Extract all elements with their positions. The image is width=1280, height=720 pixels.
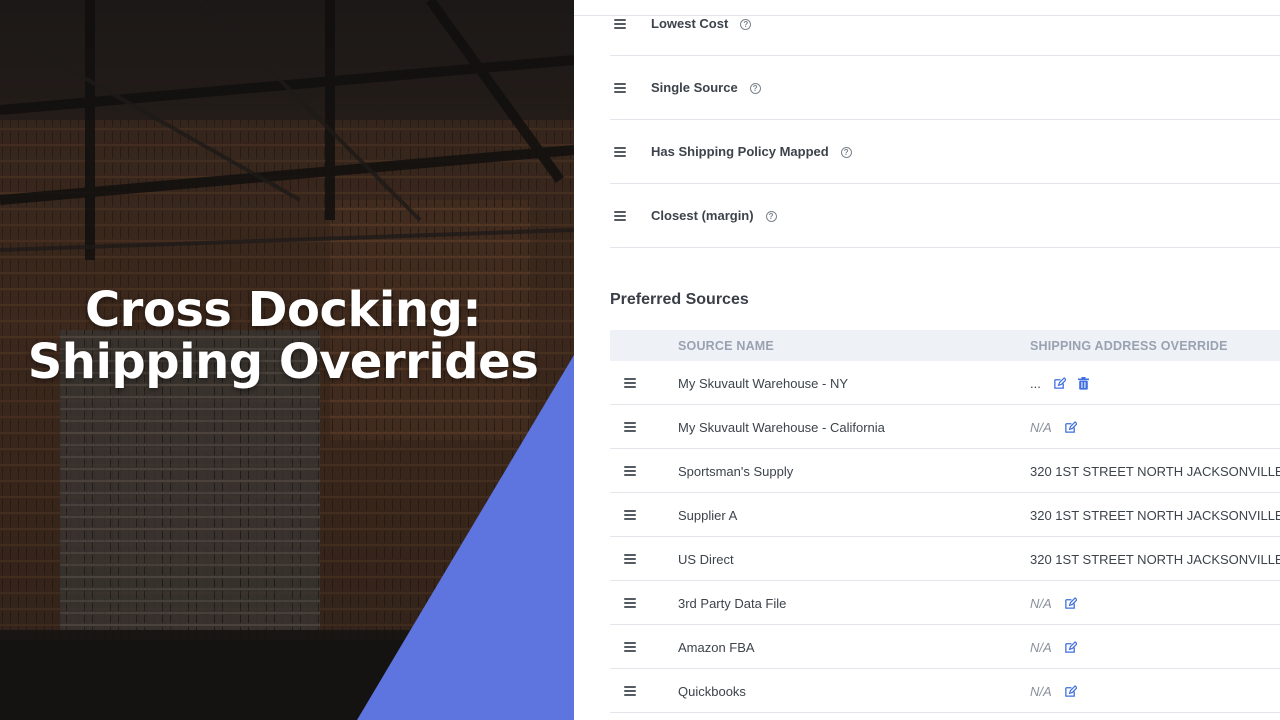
source-name: My Skuvault Warehouse - NY xyxy=(678,376,849,391)
drag-handle-icon[interactable] xyxy=(624,686,636,696)
rule-name: Lowest Cost xyxy=(651,16,729,31)
help-circle-icon[interactable]: ? xyxy=(740,19,752,30)
table-row[interactable]: US Direct 320 1ST STREET NORTH JACKSONVIL… xyxy=(610,537,1280,581)
rule-row[interactable]: Has Shipping Policy Mapped? xyxy=(610,120,1280,184)
rule-row[interactable]: Closest (margin)? xyxy=(610,184,1280,248)
override-value: 320 1ST STREET NORTH JACKSONVILLE xyxy=(1030,508,1280,523)
table-row[interactable]: Sportsman's Supply 320 1ST STREET NORTH J… xyxy=(610,449,1280,493)
drag-handle-icon[interactable] xyxy=(614,147,626,157)
help-circle-icon[interactable]: ? xyxy=(840,147,852,158)
override-value: N/A xyxy=(1030,640,1052,655)
override-value: N/A xyxy=(1030,420,1052,435)
app-panel: Lowest Cost? Single Source? Has Shipping… xyxy=(574,0,1280,720)
override-value: N/A xyxy=(1030,684,1052,699)
override-value: 320 1ST STREET NORTH JACKSONVILLE xyxy=(1030,464,1280,479)
override-value: ... xyxy=(1030,376,1041,391)
preferred-sources-title: Preferred Sources xyxy=(610,291,749,308)
source-name: My Skuvault Warehouse - California xyxy=(678,420,885,435)
table-header: SOURCE NAME SHIPPING ADDRESS OVERRIDE xyxy=(610,330,1280,361)
edit-icon[interactable] xyxy=(1053,377,1067,393)
drag-handle-icon[interactable] xyxy=(624,466,636,476)
source-name: Quickbooks xyxy=(678,684,746,699)
rule-name: Closest (margin) xyxy=(651,208,754,223)
column-header-shipping-address-override: SHIPPING ADDRESS OVERRIDE xyxy=(1030,339,1228,353)
source-name: US Direct xyxy=(678,552,734,567)
drag-handle-icon[interactable] xyxy=(624,422,636,432)
table-row[interactable]: Quickbooks N/A xyxy=(610,669,1280,713)
drag-handle-icon[interactable] xyxy=(624,378,636,388)
table-body: My Skuvault Warehouse - NY... My Skuvault… xyxy=(610,361,1280,713)
drag-handle-icon[interactable] xyxy=(614,211,626,221)
drag-handle-icon[interactable] xyxy=(624,554,636,564)
shipping-address-override: N/A xyxy=(1030,596,1078,613)
trash-icon[interactable] xyxy=(1077,377,1089,393)
table-row[interactable]: 3rd Party Data File N/A xyxy=(610,581,1280,625)
rule-name: Has Shipping Policy Mapped xyxy=(651,144,829,159)
table-row[interactable]: My Skuvault Warehouse - NY... xyxy=(610,361,1280,405)
source-name: Supplier A xyxy=(678,508,738,523)
drag-handle-icon[interactable] xyxy=(614,19,626,29)
preferred-sources-table: SOURCE NAME SHIPPING ADDRESS OVERRIDE My… xyxy=(610,330,1280,713)
edit-icon[interactable] xyxy=(1064,597,1078,613)
rule-name: Single Source xyxy=(651,80,738,95)
drag-handle-icon[interactable] xyxy=(624,598,636,608)
drag-handle-icon[interactable] xyxy=(624,642,636,652)
banner-title: Cross Docking: Shipping Overrides xyxy=(0,284,566,388)
rule-row[interactable]: Lowest Cost? xyxy=(610,0,1280,56)
help-circle-icon[interactable]: ? xyxy=(749,83,761,94)
override-value: 320 1ST STREET NORTH JACKSONVILLE xyxy=(1030,552,1280,567)
edit-icon[interactable] xyxy=(1064,685,1078,701)
table-row[interactable]: My Skuvault Warehouse - California N/A xyxy=(610,405,1280,449)
source-name: Sportsman's Supply xyxy=(678,464,794,479)
shipping-address-override: 320 1ST STREET NORTH JACKSONVILLE xyxy=(1030,552,1280,567)
hero-banner: Cross Docking: Shipping Overrides xyxy=(0,0,574,720)
drag-handle-icon[interactable] xyxy=(614,83,626,93)
source-name: 3rd Party Data File xyxy=(678,596,787,611)
override-value: N/A xyxy=(1030,596,1052,611)
shipping-address-override: N/A xyxy=(1030,640,1078,657)
banner-title-line-2: Shipping Overrides xyxy=(27,334,539,390)
column-header-source-name: SOURCE NAME xyxy=(678,339,774,353)
table-row[interactable]: Amazon FBA N/A xyxy=(610,625,1280,669)
drag-handle-icon[interactable] xyxy=(624,510,636,520)
help-circle-icon[interactable]: ? xyxy=(765,211,777,222)
edit-icon[interactable] xyxy=(1064,421,1078,437)
table-row[interactable]: Supplier A 320 1ST STREET NORTH JACKSONVI… xyxy=(610,493,1280,537)
banner-title-line-1: Cross Docking: xyxy=(84,282,482,338)
shipping-address-override: N/A xyxy=(1030,420,1078,437)
shipping-address-override: ... xyxy=(1030,376,1089,393)
shipping-address-override: N/A xyxy=(1030,684,1078,701)
edit-icon[interactable] xyxy=(1064,641,1078,657)
rule-row[interactable]: Single Source? xyxy=(610,56,1280,120)
shipping-address-override: 320 1ST STREET NORTH JACKSONVILLE xyxy=(1030,464,1280,479)
source-name: Amazon FBA xyxy=(678,640,755,655)
shipping-address-override: 320 1ST STREET NORTH JACKSONVILLE xyxy=(1030,508,1280,523)
